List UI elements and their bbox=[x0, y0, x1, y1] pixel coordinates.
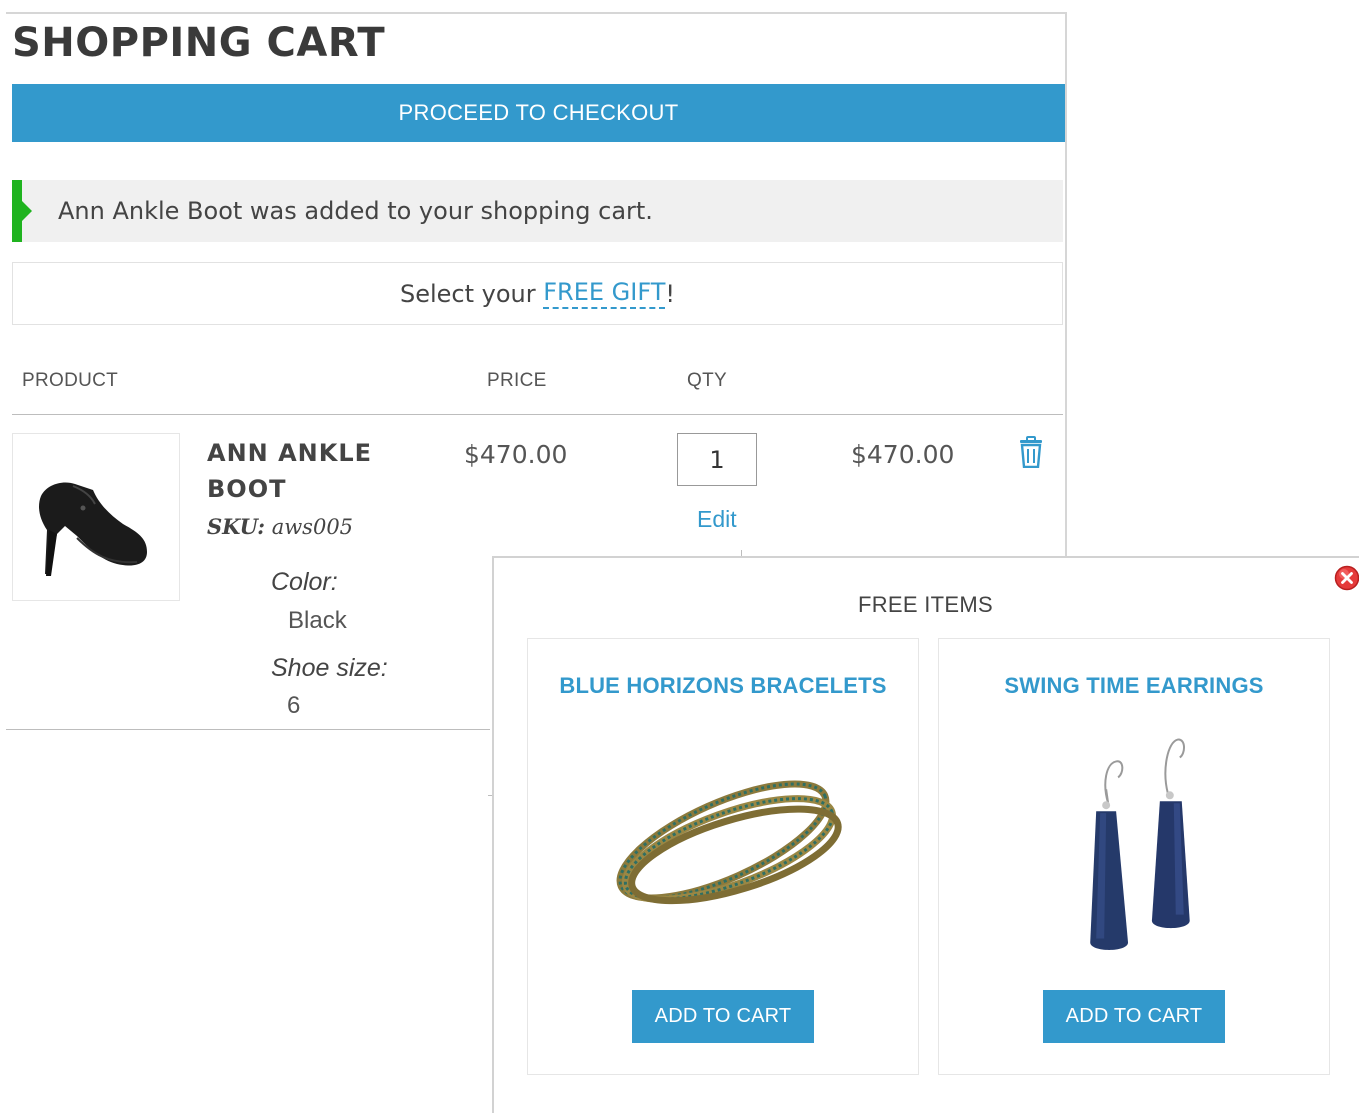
edit-item-link[interactable]: Edit bbox=[697, 506, 737, 533]
quantity-input[interactable] bbox=[677, 433, 757, 486]
close-icon[interactable] bbox=[1334, 565, 1359, 591]
sku-label: SKU: bbox=[207, 514, 265, 539]
popup-title: FREE ITEMS bbox=[857, 592, 993, 617]
sku-value: aws005 bbox=[271, 515, 354, 539]
success-message: Ann Ankle Boot was added to your shoppin… bbox=[12, 180, 1063, 242]
table-header-divider bbox=[12, 414, 1063, 415]
free-gift-link[interactable]: FREE GIFT bbox=[543, 278, 666, 309]
column-header-price: PRICE bbox=[487, 370, 547, 391]
proceed-to-checkout-button[interactable]: PROCEED TO CHECKOUT bbox=[12, 84, 1065, 142]
popup-title-wrap: FREE ITEMS bbox=[0, 592, 1359, 618]
add-bracelets-to-cart-button[interactable]: ADD TO CART bbox=[632, 990, 814, 1043]
add-earrings-to-cart-button[interactable]: ADD TO CART bbox=[1043, 990, 1225, 1043]
product-name-link[interactable]: ANN ANKLE BOOT bbox=[207, 435, 427, 507]
product-sku: SKU: aws005 bbox=[207, 514, 353, 539]
option-value-shoe-size: 6 bbox=[287, 692, 301, 719]
free-item-name[interactable]: SWING TIME EARRINGS bbox=[939, 673, 1329, 699]
free-gift-prefix: Select your bbox=[399, 279, 544, 308]
unit-price: $470.00 bbox=[464, 440, 568, 469]
column-header-qty: QTY bbox=[687, 370, 727, 391]
free-item-card: SWING TIME EARRINGS ADD TO CART bbox=[938, 638, 1330, 1075]
page-title: SHOPPING CART bbox=[12, 20, 386, 66]
trash-icon[interactable] bbox=[1017, 436, 1045, 468]
message-arrow-icon bbox=[22, 201, 32, 221]
success-message-text: Ann Ankle Boot was added to your shoppin… bbox=[58, 197, 653, 225]
free-gift-banner: Select your FREE GIFT ! bbox=[12, 262, 1063, 325]
row-subtotal: $470.00 bbox=[851, 440, 955, 469]
table-row-divider bbox=[6, 729, 490, 730]
earrings-image bbox=[1090, 738, 1190, 950]
column-header-product: PRODUCT bbox=[22, 370, 119, 391]
bracelets-image bbox=[616, 780, 842, 905]
free-gift-suffix: ! bbox=[665, 279, 676, 308]
ankle-boot-image bbox=[39, 482, 147, 576]
product-thumbnail[interactable] bbox=[12, 433, 180, 601]
option-label-shoe-size: Shoe size: bbox=[271, 654, 388, 682]
free-item-card: BLUE HORIZONS BRACELETS ADD TO CART bbox=[527, 638, 919, 1075]
free-item-name[interactable]: BLUE HORIZONS BRACELETS bbox=[528, 673, 918, 699]
